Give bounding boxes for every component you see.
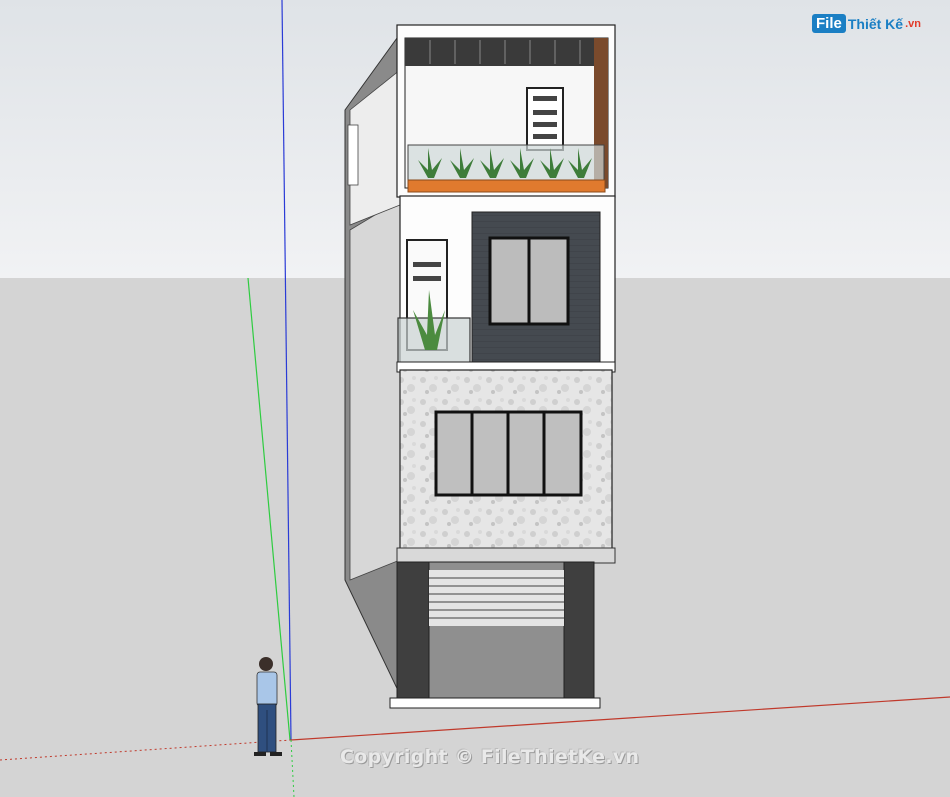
filethietke-logo: File Thiết Kế .vn — [812, 14, 921, 33]
logo-tld: .vn — [905, 17, 921, 30]
logo-box: File — [812, 14, 846, 33]
side-window — [347, 124, 359, 186]
copyright-watermark: Copyright © FileThietKe.vn — [340, 746, 640, 768]
model-scene — [0, 0, 950, 797]
sketchup-viewport[interactable]: File Thiết Kế .vn Copyright © FileThietK… — [0, 0, 950, 797]
logo-text: Thiết Kế — [847, 15, 904, 32]
glass-railing — [407, 144, 605, 182]
pergola — [405, 38, 608, 66]
planter-box — [407, 179, 606, 193]
floor-band — [396, 547, 616, 564]
base-step — [389, 697, 601, 709]
left-pillar — [396, 561, 430, 703]
right-pillar — [563, 561, 595, 703]
side-wall-lit — [349, 199, 401, 581]
